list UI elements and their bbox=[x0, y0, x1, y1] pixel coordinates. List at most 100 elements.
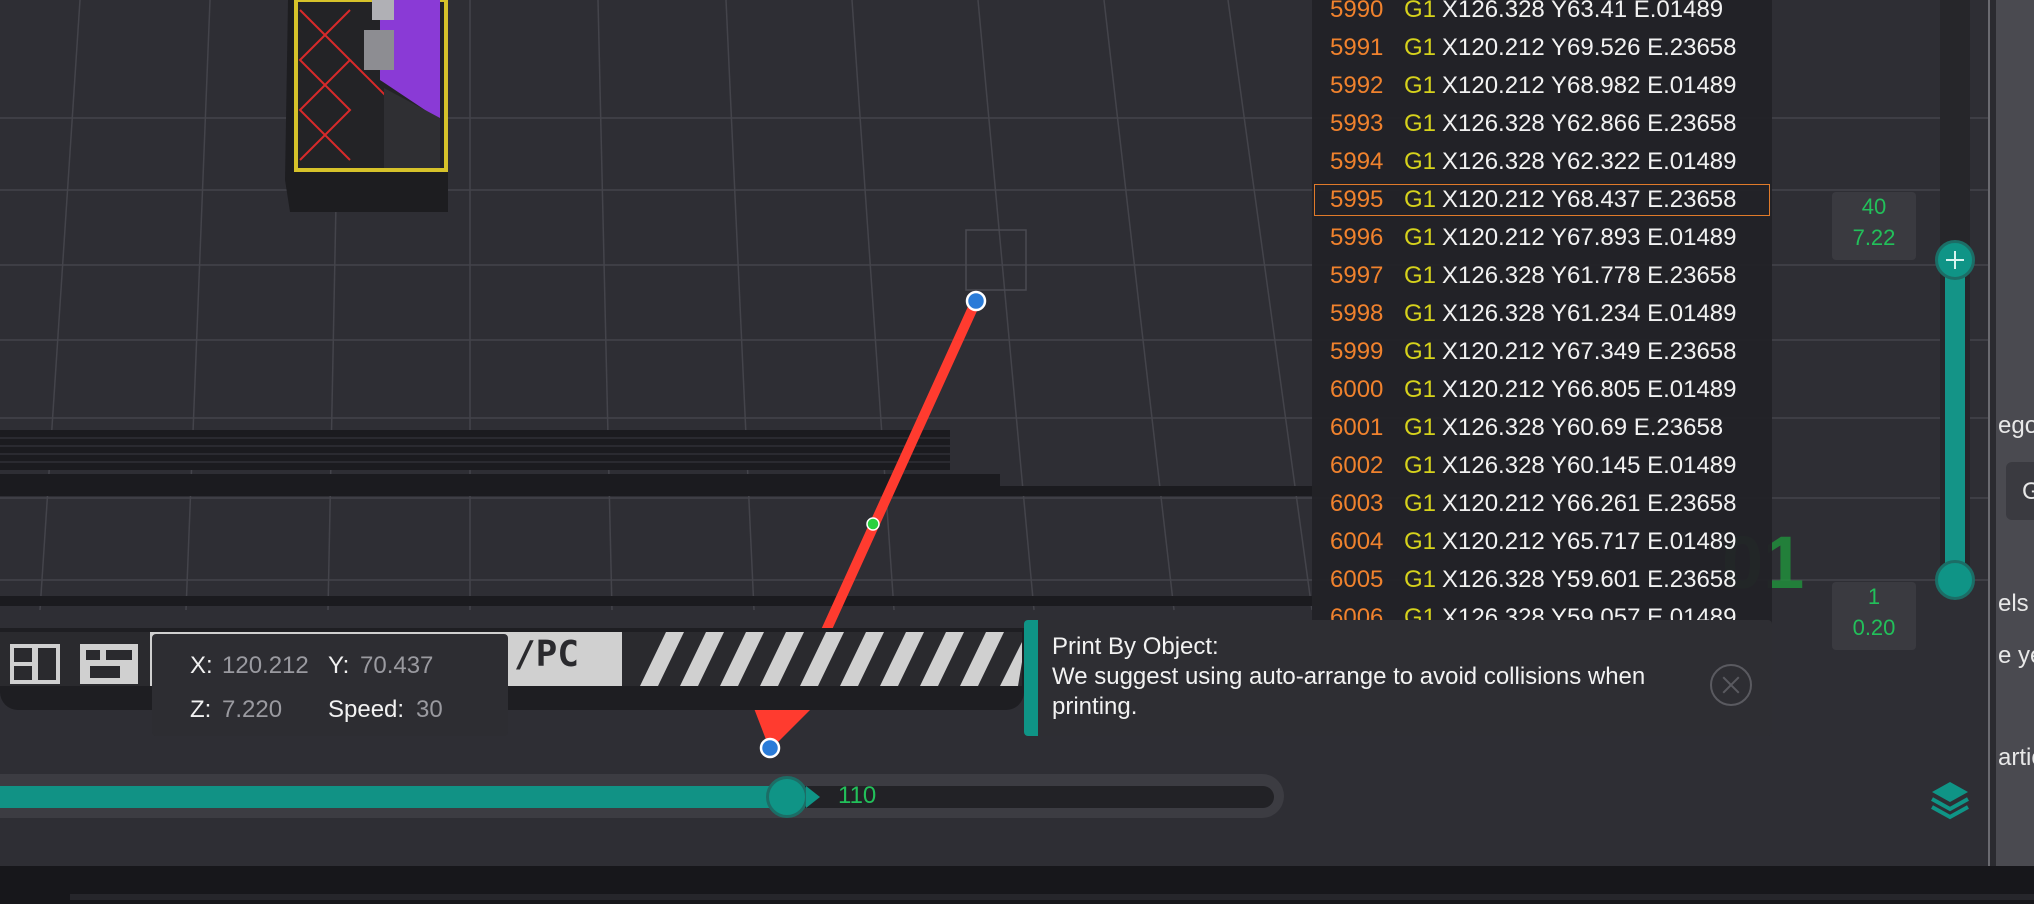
gcode-line[interactable]: 5997 G1 X126.328 Y61.778 E.23658 bbox=[1312, 258, 1772, 294]
gcode-line[interactable]: 5996 G1 X120.212 Y67.893 E.01489 bbox=[1312, 220, 1772, 256]
move-slider-value: 110 bbox=[838, 782, 877, 809]
gcode-args: X126.328 Y62.322 E.01489 bbox=[1442, 148, 1737, 175]
printed-object bbox=[285, 0, 448, 212]
gcode-num: 5993 bbox=[1330, 110, 1384, 137]
gcode-args: X120.212 Y65.717 E.01489 bbox=[1442, 528, 1737, 555]
gcode-line[interactable]: 5999 G1 X120.212 Y67.349 E.23658 bbox=[1312, 334, 1772, 370]
gcode-cmd: G1 bbox=[1404, 34, 1437, 61]
close-icon[interactable] bbox=[1710, 664, 1752, 706]
gcode-line[interactable]: 5991 G1 X120.212 Y69.526 E.23658 bbox=[1312, 30, 1772, 66]
gcode-num: 5992 bbox=[1330, 72, 1384, 99]
layer-bottom-label: 1 0.20 bbox=[1832, 582, 1916, 650]
gcode-cmd: G1 bbox=[1404, 490, 1437, 517]
layer-top-label: 40 7.22 bbox=[1832, 192, 1916, 260]
speed-label: Speed: bbox=[328, 696, 405, 723]
gcode-num: 5991 bbox=[1330, 34, 1384, 61]
gcode-num: 5998 bbox=[1330, 300, 1384, 327]
gcode-line[interactable]: 5998 G1 X126.328 Y61.234 E.01489 bbox=[1312, 296, 1772, 332]
gcode-line[interactable]: 5995 G1 X120.212 Y68.437 E.23658 bbox=[1312, 182, 1772, 218]
layer-slider-fill bbox=[1945, 260, 1965, 580]
speed-value: 30 bbox=[416, 696, 443, 723]
panel-text-4: e ye bbox=[1998, 642, 2034, 669]
plate-label-text: /PC bbox=[514, 634, 580, 675]
notification-title: Print By Object: bbox=[1052, 633, 1219, 660]
gcode-cmd: G1 bbox=[1404, 376, 1437, 403]
gcode-line[interactable]: 5993 G1 X126.328 Y62.866 E.23658 bbox=[1312, 106, 1772, 142]
gcode-cmd: G1 bbox=[1404, 262, 1437, 289]
gcode-cmd: G1 bbox=[1404, 338, 1437, 365]
layer-slider-bottom-handle[interactable] bbox=[1935, 560, 1975, 600]
move-slider-fill bbox=[0, 786, 790, 808]
gcode-line[interactable]: 6001 G1 X126.328 Y60.69 E.23658 bbox=[1312, 410, 1772, 446]
gcode-num: 5997 bbox=[1330, 262, 1384, 289]
gcode-cmd: G1 bbox=[1404, 186, 1437, 213]
gcode-args: X126.328 Y60.145 E.01489 bbox=[1442, 452, 1737, 479]
gcode-args: X126.328 Y60.69 E.23658 bbox=[1442, 414, 1724, 441]
gcode-num: 5995 bbox=[1330, 186, 1384, 213]
gcode-cmd: G1 bbox=[1404, 300, 1437, 327]
top-layer-number: 40 bbox=[1861, 194, 1887, 219]
gcode-cmd: G1 bbox=[1404, 528, 1437, 555]
panel-text-1: egor bbox=[1998, 412, 2034, 439]
gcode-line[interactable]: 5990 G1 X126.328 Y63.41 E.01489 bbox=[1312, 0, 1772, 28]
x-label: X: bbox=[190, 652, 213, 679]
status-strip bbox=[0, 866, 2034, 904]
panel-text-3: els bbox=[1998, 590, 2029, 617]
gcode-num: 5994 bbox=[1330, 148, 1384, 175]
gcode-cmd: G1 bbox=[1404, 148, 1437, 175]
gcode-args: X120.212 Y67.349 E.23658 bbox=[1442, 338, 1737, 365]
x-value: 120.212 bbox=[222, 652, 309, 679]
gcode-cmd: G1 bbox=[1404, 72, 1437, 99]
gcode-args: X126.328 Y62.866 E.23658 bbox=[1442, 110, 1737, 137]
preview-viewport[interactable]: 01 bbox=[0, 0, 1990, 866]
move-slider-handle[interactable] bbox=[766, 776, 808, 818]
gcode-line[interactable]: 6003 G1 X120.212 Y66.261 E.23658 bbox=[1312, 486, 1772, 522]
gcode-line[interactable]: 6005 G1 X126.328 Y59.601 E.23658 bbox=[1312, 562, 1772, 598]
gcode-num: 5996 bbox=[1330, 224, 1384, 251]
gcode-args: X120.212 Y66.261 E.23658 bbox=[1442, 490, 1737, 517]
plate-qr-icon bbox=[10, 644, 138, 684]
gcode-args: X126.328 Y63.41 E.01489 bbox=[1442, 0, 1724, 23]
settings-panel-edge: egor G els e ye artic bbox=[1990, 0, 2034, 866]
gcode-num: 6003 bbox=[1330, 490, 1384, 517]
gcode-num: 6001 bbox=[1330, 414, 1384, 441]
gcode-line[interactable]: 5994 G1 X126.328 Y62.322 E.01489 bbox=[1312, 144, 1772, 180]
layer-slider-top-handle[interactable] bbox=[1935, 240, 1975, 280]
y-value: 70.437 bbox=[360, 652, 434, 679]
z-value: 7.220 bbox=[222, 696, 283, 723]
notification-message: We suggest using auto-arrange to avoid c… bbox=[1052, 663, 1646, 720]
gcode-args: X120.212 Y69.526 E.23658 bbox=[1442, 34, 1737, 61]
gcode-args: X126.328 Y59.601 E.23658 bbox=[1442, 566, 1737, 593]
gcode-args: X120.212 Y68.982 E.01489 bbox=[1442, 72, 1737, 99]
z-label: Z: bbox=[190, 696, 212, 723]
gcode-num: 6005 bbox=[1330, 566, 1384, 593]
gcode-args: X126.328 Y61.234 E.01489 bbox=[1442, 300, 1737, 327]
gcode-num: 6000 bbox=[1330, 376, 1384, 403]
top-layer-height: 7.22 bbox=[1852, 225, 1896, 250]
gcode-num: 5990 bbox=[1330, 0, 1384, 23]
notification-accent bbox=[1024, 620, 1038, 736]
gcode-args: X126.328 Y61.778 E.23658 bbox=[1442, 262, 1737, 289]
gcode-cmd: G1 bbox=[1404, 224, 1437, 251]
gcode-line[interactable]: 6002 G1 X126.328 Y60.145 E.01489 bbox=[1312, 448, 1772, 484]
gcode-cmd: G1 bbox=[1404, 452, 1437, 479]
move-slider-notch bbox=[806, 786, 820, 808]
panel-text-2: G bbox=[2022, 478, 2034, 505]
gcode-listing[interactable]: 5990 G1 X126.328 Y63.41 E.01489 5991 G1 X120.… bbox=[1312, 0, 1772, 696]
gcode-line[interactable]: 5992 G1 X120.212 Y68.982 E.01489 bbox=[1312, 68, 1772, 104]
gcode-args: X120.212 Y68.437 E.23658 bbox=[1442, 186, 1737, 213]
gcode-cmd: G1 bbox=[1404, 566, 1437, 593]
gcode-args: X120.212 Y67.893 E.01489 bbox=[1442, 224, 1737, 251]
bottom-layer-height: 0.20 bbox=[1852, 615, 1896, 640]
print-by-object-notification: Print By Object: We suggest using auto-a… bbox=[1024, 620, 1772, 736]
gcode-args: X120.212 Y66.805 E.01489 bbox=[1442, 376, 1737, 403]
gcode-cmd: G1 bbox=[1404, 0, 1437, 23]
gcode-line[interactable]: 6000 G1 X120.212 Y66.805 E.01489 bbox=[1312, 372, 1772, 408]
gcode-num: 6002 bbox=[1330, 452, 1384, 479]
layers-icon[interactable] bbox=[1928, 778, 1972, 822]
gcode-num: 5999 bbox=[1330, 338, 1384, 365]
gcode-cmd: G1 bbox=[1404, 414, 1437, 441]
gcode-line[interactable]: 6004 G1 X120.212 Y65.717 E.01489 bbox=[1312, 524, 1772, 560]
gcode-num: 6004 bbox=[1330, 528, 1384, 555]
position-tooltip: X: 120.212 Y: 70.437 Z: 7.220 Speed: 30 bbox=[152, 634, 508, 736]
